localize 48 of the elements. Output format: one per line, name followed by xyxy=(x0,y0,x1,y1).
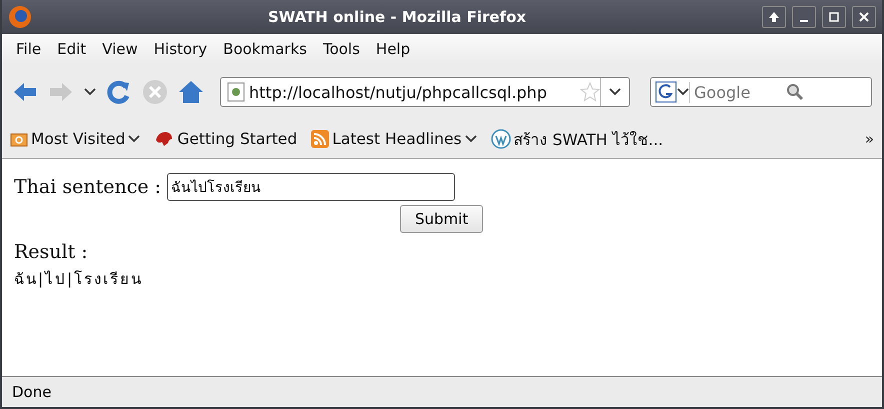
result-text: ฉัน|ไป|โรงเรียน xyxy=(14,269,144,290)
maximize-button[interactable] xyxy=(822,6,846,28)
star-icon[interactable] xyxy=(580,82,600,102)
search-icon[interactable] xyxy=(786,83,804,101)
reload-icon xyxy=(106,79,132,105)
back-button[interactable] xyxy=(12,81,38,103)
result-heading: Result : xyxy=(14,241,88,263)
search-field[interactable]: Google xyxy=(650,77,872,107)
close-icon xyxy=(858,11,870,23)
caret-icon xyxy=(84,88,96,96)
bookmark-item[interactable]: Getting Started xyxy=(154,130,298,148)
maximize-icon xyxy=(828,11,840,23)
menu-item[interactable]: Edit xyxy=(51,38,92,60)
bookmarks-overflow-button[interactable]: » xyxy=(864,130,874,148)
stop-icon xyxy=(142,79,168,105)
up-arrow-icon xyxy=(768,11,780,23)
status-bar: Done xyxy=(2,376,882,407)
minimize-icon xyxy=(800,20,808,22)
close-button[interactable] xyxy=(852,6,876,28)
menu-item[interactable]: View xyxy=(96,38,144,60)
browser-logo-icon xyxy=(8,5,32,29)
bookmark-item[interactable]: สร้าง SWATH ไว้ใช... xyxy=(490,126,664,152)
search-engine-icon xyxy=(655,81,677,103)
engine-caret-icon xyxy=(677,88,689,96)
home-icon xyxy=(178,80,204,104)
rss-icon xyxy=(311,130,330,148)
menu-item[interactable]: Tools xyxy=(316,38,366,60)
home-button[interactable] xyxy=(178,80,204,104)
folder-icon xyxy=(10,131,28,147)
pin-button[interactable] xyxy=(762,6,786,28)
menu-item[interactable]: Help xyxy=(370,38,416,60)
menu-item[interactable]: Bookmarks xyxy=(217,38,313,60)
sentence-input[interactable]: ฉันไปโรงเรียน xyxy=(167,173,456,201)
left-arrow-icon xyxy=(12,81,38,103)
bookmark-item[interactable]: Latest Headlines xyxy=(311,130,477,148)
caret-icon xyxy=(609,88,621,96)
sentence-label: Thai sentence : xyxy=(14,176,162,198)
window-title: SWATH online - Mozilla Firefox xyxy=(266,8,528,26)
reload-button[interactable] xyxy=(106,79,132,105)
page-icon xyxy=(227,82,245,102)
address-field[interactable]: http://localhost/nutju/phpcallcsql.php xyxy=(220,77,630,107)
right-arrow-icon xyxy=(48,81,74,103)
bookmark-item[interactable]: Most Visited xyxy=(10,130,140,148)
menu-item[interactable]: History xyxy=(148,38,214,60)
minimize-button[interactable] xyxy=(792,6,816,28)
menu-item[interactable]: File xyxy=(10,38,48,60)
history-dropdown-button[interactable] xyxy=(84,88,96,96)
submit-button[interactable]: Submit xyxy=(400,205,484,233)
